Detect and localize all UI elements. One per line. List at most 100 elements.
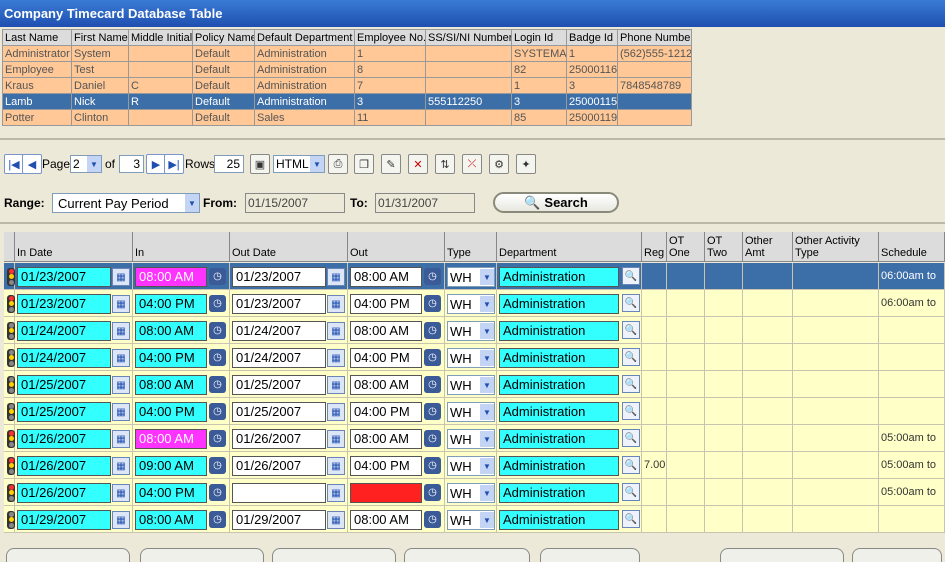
column-header[interactable]: Out Date xyxy=(230,232,348,262)
out-time-field[interactable]: 04:00 PM xyxy=(350,348,422,368)
timecard-row[interactable]: 01/26/2007 ▦ 08:00 AM ◷ 01/26/2007 ▦ 08:00 AM ◷… xyxy=(4,425,945,452)
edit-icon[interactable]: ✎ xyxy=(381,154,401,174)
clock-icon[interactable]: ◷ xyxy=(209,484,226,501)
out-time-field[interactable]: 08:00 AM xyxy=(350,267,422,287)
timecard-row[interactable]: 01/23/2007 ▦ 04:00 PM ◷ 01/23/2007 ▦ 04:00 PM ◷… xyxy=(4,290,945,317)
department-field[interactable]: Administration xyxy=(499,375,619,395)
type-select[interactable]: WH ▼ xyxy=(447,375,495,395)
calendar-icon[interactable]: ▦ xyxy=(112,295,130,313)
sort-icon[interactable]: ⇅ xyxy=(435,154,455,174)
calendar-icon[interactable]: ▦ xyxy=(327,511,345,529)
clock-icon[interactable]: ◷ xyxy=(209,349,226,366)
clock-icon[interactable]: ◷ xyxy=(209,268,226,285)
clock-icon[interactable]: ◷ xyxy=(424,349,441,366)
column-header[interactable]: Other Amt xyxy=(743,232,793,262)
column-header[interactable]: Other Activity Type xyxy=(793,232,879,262)
search-button[interactable]: 🔍 Search xyxy=(493,192,619,213)
in-date-field[interactable]: 01/23/2007 xyxy=(17,294,111,314)
in-time-field[interactable]: 08:00 AM xyxy=(135,375,207,395)
department-field[interactable]: Administration xyxy=(499,402,619,422)
clock-icon[interactable]: ◷ xyxy=(424,376,441,393)
column-header[interactable]: Schedule xyxy=(879,232,945,262)
timecard-row[interactable]: 01/25/2007 ▦ 08:00 AM ◷ 01/25/2007 ▦ 08:00 AM ◷… xyxy=(4,371,945,398)
clock-icon[interactable]: ◷ xyxy=(424,511,441,528)
bottom-button[interactable] xyxy=(720,548,844,562)
calendar-icon[interactable]: ▦ xyxy=(327,376,345,394)
bottom-button[interactable] xyxy=(852,548,942,562)
in-time-field[interactable]: 08:00 AM xyxy=(135,429,207,449)
column-header[interactable]: Default Department xyxy=(254,29,355,46)
calendar-icon[interactable]: ▦ xyxy=(112,349,130,367)
clock-icon[interactable]: ◷ xyxy=(424,403,441,420)
calendar-icon[interactable]: ▦ xyxy=(112,376,130,394)
in-time-field[interactable]: 08:00 AM xyxy=(135,321,207,341)
timecard-row[interactable]: 01/26/2007 ▦ 09:00 AM ◷ 01/26/2007 ▦ 04:00 PM ◷… xyxy=(4,452,945,479)
column-header[interactable]: Last Name xyxy=(2,29,72,46)
lookup-icon[interactable]: 🔍 xyxy=(622,456,640,474)
department-field[interactable]: Administration xyxy=(499,294,619,314)
in-time-field[interactable]: 09:00 AM xyxy=(135,456,207,476)
type-select[interactable]: WH ▼ xyxy=(447,483,495,503)
out-time-field[interactable]: 08:00 AM xyxy=(350,321,422,341)
out-date-field[interactable]: 01/23/2007 xyxy=(232,267,326,287)
clock-icon[interactable]: ◷ xyxy=(209,322,226,339)
format-select[interactable]: HTML ▼ xyxy=(273,155,325,173)
department-field[interactable]: Administration xyxy=(499,429,619,449)
in-time-field[interactable]: 04:00 PM xyxy=(135,294,207,314)
in-date-field[interactable]: 01/25/2007 xyxy=(17,375,111,395)
timecard-row[interactable]: 01/24/2007 ▦ 04:00 PM ◷ 01/24/2007 ▦ 04:00 PM ◷… xyxy=(4,344,945,371)
out-date-field[interactable]: 01/23/2007 xyxy=(232,294,326,314)
clock-icon[interactable]: ◷ xyxy=(424,457,441,474)
in-date-field[interactable]: 01/29/2007 xyxy=(17,510,111,530)
employee-row[interactable]: Kraus Daniel C Default Administration 7 1 3 7848… xyxy=(2,77,692,94)
column-header[interactable]: Middle Initial xyxy=(128,29,193,46)
column-header[interactable]: First Name xyxy=(71,29,129,46)
column-header[interactable]: Policy Name xyxy=(192,29,255,46)
first-page-button[interactable]: |◀ xyxy=(4,154,24,174)
timecard-row[interactable]: 01/24/2007 ▦ 08:00 AM ◷ 01/24/2007 ▦ 08:00 AM ◷… xyxy=(4,317,945,344)
clock-icon[interactable]: ◷ xyxy=(424,268,441,285)
lookup-icon[interactable]: 🔍 xyxy=(622,348,640,366)
calendar-icon[interactable]: ▦ xyxy=(112,403,130,421)
column-header[interactable]: Type xyxy=(445,232,497,262)
department-field[interactable]: Administration xyxy=(499,456,619,476)
type-select[interactable]: WH ▼ xyxy=(447,294,495,314)
type-select[interactable]: WH ▼ xyxy=(447,321,495,341)
lookup-icon[interactable]: 🔍 xyxy=(622,267,640,285)
lookup-icon[interactable]: 🔍 xyxy=(622,321,640,339)
calendar-icon[interactable]: ▦ xyxy=(327,322,345,340)
out-time-field[interactable]: 04:00 PM xyxy=(350,294,422,314)
in-date-field[interactable]: 01/26/2007 xyxy=(17,483,111,503)
calendar-icon[interactable]: ▦ xyxy=(327,295,345,313)
department-field[interactable]: Administration xyxy=(499,267,619,287)
calendar-icon[interactable]: ▦ xyxy=(112,322,130,340)
clock-icon[interactable]: ◷ xyxy=(209,403,226,420)
out-date-field[interactable]: 01/26/2007 xyxy=(232,429,326,449)
clock-icon[interactable]: ◷ xyxy=(209,457,226,474)
clock-icon[interactable]: ◷ xyxy=(209,511,226,528)
in-time-field[interactable]: 08:00 AM xyxy=(135,510,207,530)
out-date-field[interactable]: 01/24/2007 xyxy=(232,348,326,368)
type-select[interactable]: WH ▼ xyxy=(447,510,495,530)
timecard-row[interactable]: 01/26/2007 ▦ 04:00 PM ◷ ▦ ◷ WH ▼ Administration 🔍… xyxy=(4,479,945,506)
column-header[interactable]: Out xyxy=(348,232,445,262)
clock-icon[interactable]: ◷ xyxy=(209,295,226,312)
department-field[interactable]: Administration xyxy=(499,483,619,503)
out-time-field[interactable]: 08:00 AM xyxy=(350,429,422,449)
page-select[interactable]: 2 ▼ xyxy=(70,155,102,173)
lookup-icon[interactable]: 🔍 xyxy=(622,483,640,501)
column-header[interactable]: SS/SI/NI Number xyxy=(425,29,512,46)
calendar-icon[interactable]: ▦ xyxy=(327,430,345,448)
out-time-field[interactable]: 08:00 AM xyxy=(350,510,422,530)
in-date-field[interactable]: 01/26/2007 xyxy=(17,429,111,449)
lookup-icon[interactable]: 🔍 xyxy=(622,294,640,312)
column-header[interactable]: In Date xyxy=(15,232,133,262)
in-date-field[interactable]: 01/26/2007 xyxy=(17,456,111,476)
in-time-field[interactable]: 04:00 PM xyxy=(135,483,207,503)
bottom-button[interactable] xyxy=(6,548,130,562)
employee-row[interactable]: Administrator System Default Administration… xyxy=(2,45,692,62)
calendar-icon[interactable]: ▦ xyxy=(327,268,345,286)
settings-icon[interactable]: ⚙ xyxy=(489,154,509,174)
calendar-icon[interactable]: ▦ xyxy=(327,349,345,367)
clock-icon[interactable]: ◷ xyxy=(424,322,441,339)
